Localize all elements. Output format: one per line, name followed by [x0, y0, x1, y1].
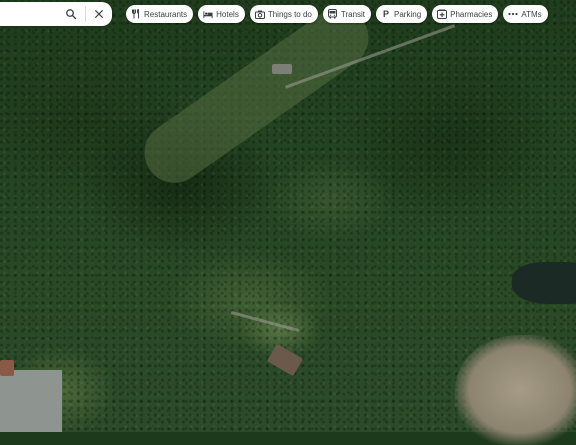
chip-parking[interactable]: P Parking — [376, 5, 428, 23]
search-button[interactable] — [62, 5, 80, 23]
pond — [512, 262, 576, 304]
search-icon — [66, 9, 77, 20]
chip-label: Parking — [394, 9, 422, 19]
close-icon — [95, 10, 103, 18]
chip-label: Hotels — [216, 9, 239, 19]
parking-lot — [0, 370, 62, 432]
close-button[interactable] — [90, 5, 108, 23]
chip-hotels[interactable]: Hotels — [198, 5, 245, 23]
parking-icon: P — [383, 8, 390, 19]
chip-things-to-do[interactable]: Things to do — [249, 5, 318, 23]
chip-restaurants[interactable]: Restaurants — [126, 5, 194, 23]
quarry-area — [455, 335, 576, 445]
dots-icon — [508, 9, 518, 19]
chip-label: Pharmacies — [450, 9, 493, 19]
chip-atms[interactable]: ATMs — [503, 5, 548, 23]
chip-transit[interactable]: Transit — [322, 5, 372, 23]
search-divider — [85, 6, 86, 22]
chip-label: Restaurants — [144, 9, 188, 19]
pharmacy-icon — [437, 9, 448, 19]
building — [0, 360, 14, 376]
camera-icon — [254, 9, 265, 19]
utensils-icon — [131, 9, 141, 19]
chip-label: Transit — [340, 9, 366, 19]
chip-label: ATMs — [521, 9, 542, 19]
building — [272, 64, 292, 74]
bus-icon — [328, 9, 338, 19]
bed-icon — [203, 9, 213, 19]
category-chips: Restaurants Hotels Things to do Transit … — [126, 5, 548, 23]
chip-pharmacies[interactable]: Pharmacies — [432, 5, 499, 23]
search-box — [0, 2, 112, 26]
satellite-map[interactable] — [0, 0, 576, 445]
chip-label: Things to do — [267, 9, 312, 19]
